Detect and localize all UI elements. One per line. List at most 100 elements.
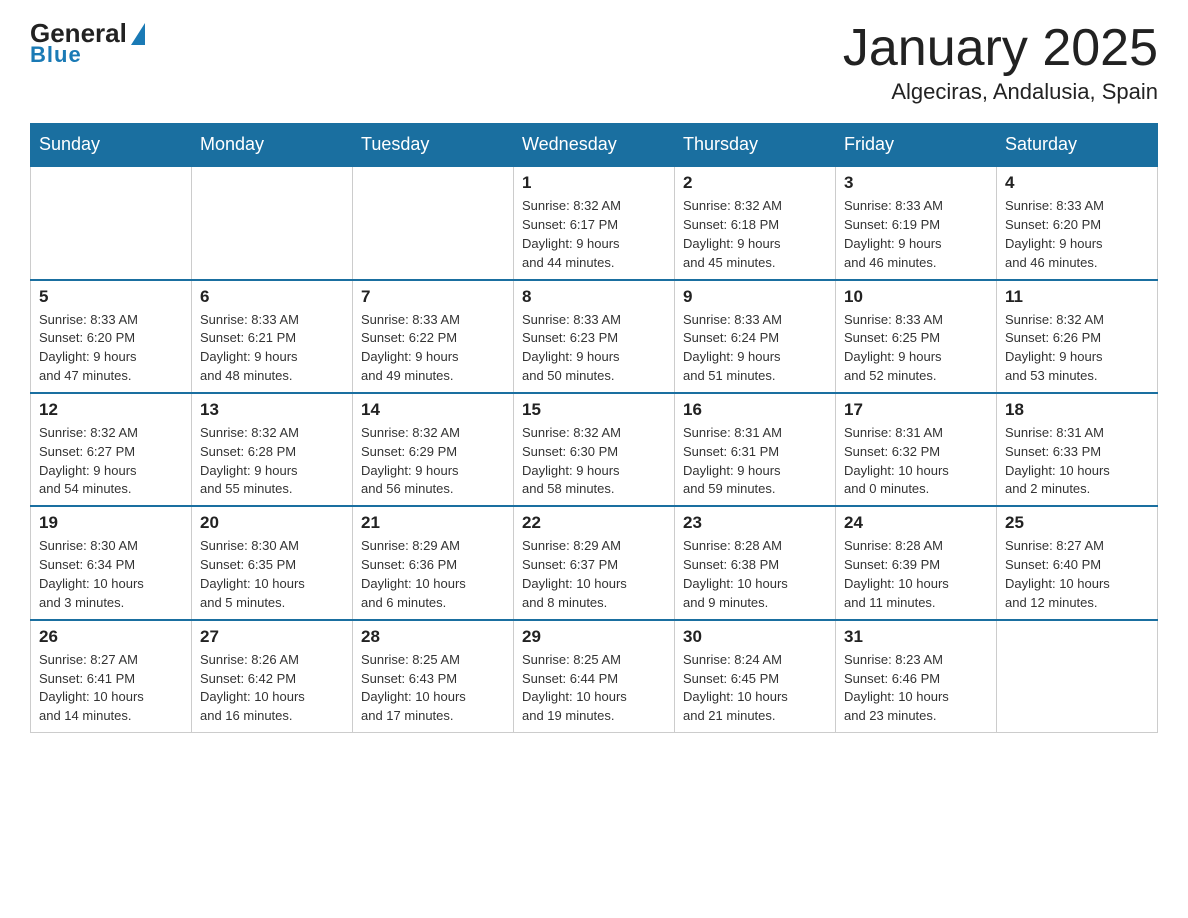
calendar-cell: 18 Sunrise: 8:31 AM Sunset: 6:33 PM Dayli… bbox=[997, 393, 1158, 506]
day-info: Sunrise: 8:32 AM Sunset: 6:26 PM Dayligh… bbox=[1005, 311, 1149, 386]
calendar-table: SundayMondayTuesdayWednesdayThursdayFrid… bbox=[30, 123, 1158, 733]
column-header-tuesday: Tuesday bbox=[353, 124, 514, 167]
day-info: Sunrise: 8:23 AM Sunset: 6:46 PM Dayligh… bbox=[844, 651, 988, 726]
calendar-cell: 10 Sunrise: 8:33 AM Sunset: 6:25 PM Dayli… bbox=[836, 280, 997, 393]
page-header: General Blue January 2025 Algeciras, And… bbox=[30, 20, 1158, 105]
day-number: 6 bbox=[200, 287, 344, 307]
day-number: 7 bbox=[361, 287, 505, 307]
day-number: 8 bbox=[522, 287, 666, 307]
day-number: 24 bbox=[844, 513, 988, 533]
calendar-cell: 12Sunrise: 8:32 AM Sunset: 6:27 PM Dayli… bbox=[31, 393, 192, 506]
day-info: Sunrise: 8:32 AM Sunset: 6:28 PM Dayligh… bbox=[200, 424, 344, 499]
calendar-cell: 4 Sunrise: 8:33 AM Sunset: 6:20 PM Daylig… bbox=[997, 166, 1158, 279]
calendar-cell: 23Sunrise: 8:28 AM Sunset: 6:38 PM Dayli… bbox=[675, 506, 836, 619]
day-number: 16 bbox=[683, 400, 827, 420]
calendar-cell: 8 Sunrise: 8:33 AM Sunset: 6:23 PM Daylig… bbox=[514, 280, 675, 393]
calendar-cell: 19 Sunrise: 8:30 AM Sunset: 6:34 PM Dayli… bbox=[31, 506, 192, 619]
day-number: 17 bbox=[844, 400, 988, 420]
day-info: Sunrise: 8:33 AM Sunset: 6:23 PM Dayligh… bbox=[522, 311, 666, 386]
week-row-2: 5 Sunrise: 8:33 AM Sunset: 6:20 PM Daylig… bbox=[31, 280, 1158, 393]
calendar-cell: 11 Sunrise: 8:32 AM Sunset: 6:26 PM Dayli… bbox=[997, 280, 1158, 393]
column-header-wednesday: Wednesday bbox=[514, 124, 675, 167]
day-number: 28 bbox=[361, 627, 505, 647]
calendar-cell: 1 Sunrise: 8:32 AM Sunset: 6:17 PM Daylig… bbox=[514, 166, 675, 279]
day-number: 29 bbox=[522, 627, 666, 647]
day-info: Sunrise: 8:32 AM Sunset: 6:17 PM Dayligh… bbox=[522, 197, 666, 272]
logo: General Blue bbox=[30, 20, 147, 68]
day-number: 1 bbox=[522, 173, 666, 193]
day-info: Sunrise: 8:27 AM Sunset: 6:41 PM Dayligh… bbox=[39, 651, 183, 726]
logo-triangle-icon bbox=[131, 23, 145, 45]
calendar-cell: 27Sunrise: 8:26 AM Sunset: 6:42 PM Dayli… bbox=[192, 620, 353, 733]
day-info: Sunrise: 8:33 AM Sunset: 6:20 PM Dayligh… bbox=[39, 311, 183, 386]
day-number: 15 bbox=[522, 400, 666, 420]
day-info: Sunrise: 8:32 AM Sunset: 6:30 PM Dayligh… bbox=[522, 424, 666, 499]
day-number: 10 bbox=[844, 287, 988, 307]
day-number: 14 bbox=[361, 400, 505, 420]
day-info: Sunrise: 8:33 AM Sunset: 6:20 PM Dayligh… bbox=[1005, 197, 1149, 272]
calendar-cell: 22Sunrise: 8:29 AM Sunset: 6:37 PM Dayli… bbox=[514, 506, 675, 619]
day-number: 21 bbox=[361, 513, 505, 533]
calendar-cell: 14 Sunrise: 8:32 AM Sunset: 6:29 PM Dayli… bbox=[353, 393, 514, 506]
day-number: 4 bbox=[1005, 173, 1149, 193]
calendar-cell: 16 Sunrise: 8:31 AM Sunset: 6:31 PM Dayli… bbox=[675, 393, 836, 506]
logo-bottom-text: Blue bbox=[30, 42, 82, 68]
day-number: 19 bbox=[39, 513, 183, 533]
day-number: 2 bbox=[683, 173, 827, 193]
location-label: Algeciras, Andalusia, Spain bbox=[843, 79, 1158, 105]
calendar-cell bbox=[192, 166, 353, 279]
calendar-cell: 28 Sunrise: 8:25 AM Sunset: 6:43 PM Dayli… bbox=[353, 620, 514, 733]
calendar-cell: 2Sunrise: 8:32 AM Sunset: 6:18 PM Daylig… bbox=[675, 166, 836, 279]
day-info: Sunrise: 8:25 AM Sunset: 6:44 PM Dayligh… bbox=[522, 651, 666, 726]
day-number: 26 bbox=[39, 627, 183, 647]
calendar-cell: 13Sunrise: 8:32 AM Sunset: 6:28 PM Dayli… bbox=[192, 393, 353, 506]
column-header-saturday: Saturday bbox=[997, 124, 1158, 167]
day-info: Sunrise: 8:32 AM Sunset: 6:29 PM Dayligh… bbox=[361, 424, 505, 499]
calendar-cell: 7Sunrise: 8:33 AM Sunset: 6:22 PM Daylig… bbox=[353, 280, 514, 393]
day-info: Sunrise: 8:31 AM Sunset: 6:31 PM Dayligh… bbox=[683, 424, 827, 499]
day-info: Sunrise: 8:33 AM Sunset: 6:24 PM Dayligh… bbox=[683, 311, 827, 386]
calendar-cell: 31 Sunrise: 8:23 AM Sunset: 6:46 PM Dayli… bbox=[836, 620, 997, 733]
month-title: January 2025 bbox=[843, 20, 1158, 77]
day-number: 18 bbox=[1005, 400, 1149, 420]
calendar-cell: 6Sunrise: 8:33 AM Sunset: 6:21 PM Daylig… bbox=[192, 280, 353, 393]
day-number: 23 bbox=[683, 513, 827, 533]
day-info: Sunrise: 8:31 AM Sunset: 6:33 PM Dayligh… bbox=[1005, 424, 1149, 499]
calendar-cell: 25 Sunrise: 8:27 AM Sunset: 6:40 PM Dayli… bbox=[997, 506, 1158, 619]
title-area: January 2025 Algeciras, Andalusia, Spain bbox=[843, 20, 1158, 105]
day-number: 20 bbox=[200, 513, 344, 533]
column-header-monday: Monday bbox=[192, 124, 353, 167]
day-info: Sunrise: 8:30 AM Sunset: 6:35 PM Dayligh… bbox=[200, 537, 344, 612]
day-info: Sunrise: 8:28 AM Sunset: 6:39 PM Dayligh… bbox=[844, 537, 988, 612]
day-number: 30 bbox=[683, 627, 827, 647]
calendar-cell bbox=[997, 620, 1158, 733]
calendar-cell: 15 Sunrise: 8:32 AM Sunset: 6:30 PM Dayli… bbox=[514, 393, 675, 506]
day-info: Sunrise: 8:27 AM Sunset: 6:40 PM Dayligh… bbox=[1005, 537, 1149, 612]
day-info: Sunrise: 8:33 AM Sunset: 6:19 PM Dayligh… bbox=[844, 197, 988, 272]
day-number: 5 bbox=[39, 287, 183, 307]
day-info: Sunrise: 8:24 AM Sunset: 6:45 PM Dayligh… bbox=[683, 651, 827, 726]
day-info: Sunrise: 8:30 AM Sunset: 6:34 PM Dayligh… bbox=[39, 537, 183, 612]
calendar-cell: 29 Sunrise: 8:25 AM Sunset: 6:44 PM Dayli… bbox=[514, 620, 675, 733]
week-row-4: 19 Sunrise: 8:30 AM Sunset: 6:34 PM Dayli… bbox=[31, 506, 1158, 619]
calendar-cell: 20 Sunrise: 8:30 AM Sunset: 6:35 PM Dayli… bbox=[192, 506, 353, 619]
calendar-cell: 21 Sunrise: 8:29 AM Sunset: 6:36 PM Dayli… bbox=[353, 506, 514, 619]
calendar-cell: 30 Sunrise: 8:24 AM Sunset: 6:45 PM Dayli… bbox=[675, 620, 836, 733]
week-row-3: 12Sunrise: 8:32 AM Sunset: 6:27 PM Dayli… bbox=[31, 393, 1158, 506]
calendar-cell: 26 Sunrise: 8:27 AM Sunset: 6:41 PM Dayli… bbox=[31, 620, 192, 733]
calendar-cell: 24 Sunrise: 8:28 AM Sunset: 6:39 PM Dayli… bbox=[836, 506, 997, 619]
day-number: 3 bbox=[844, 173, 988, 193]
column-header-sunday: Sunday bbox=[31, 124, 192, 167]
day-info: Sunrise: 8:33 AM Sunset: 6:25 PM Dayligh… bbox=[844, 311, 988, 386]
week-row-1: 1 Sunrise: 8:32 AM Sunset: 6:17 PM Daylig… bbox=[31, 166, 1158, 279]
column-header-friday: Friday bbox=[836, 124, 997, 167]
calendar-cell: 17Sunrise: 8:31 AM Sunset: 6:32 PM Dayli… bbox=[836, 393, 997, 506]
day-info: Sunrise: 8:29 AM Sunset: 6:36 PM Dayligh… bbox=[361, 537, 505, 612]
day-number: 31 bbox=[844, 627, 988, 647]
day-info: Sunrise: 8:32 AM Sunset: 6:27 PM Dayligh… bbox=[39, 424, 183, 499]
calendar-cell: 3 Sunrise: 8:33 AM Sunset: 6:19 PM Daylig… bbox=[836, 166, 997, 279]
day-number: 9 bbox=[683, 287, 827, 307]
day-number: 11 bbox=[1005, 287, 1149, 307]
day-info: Sunrise: 8:25 AM Sunset: 6:43 PM Dayligh… bbox=[361, 651, 505, 726]
day-number: 25 bbox=[1005, 513, 1149, 533]
